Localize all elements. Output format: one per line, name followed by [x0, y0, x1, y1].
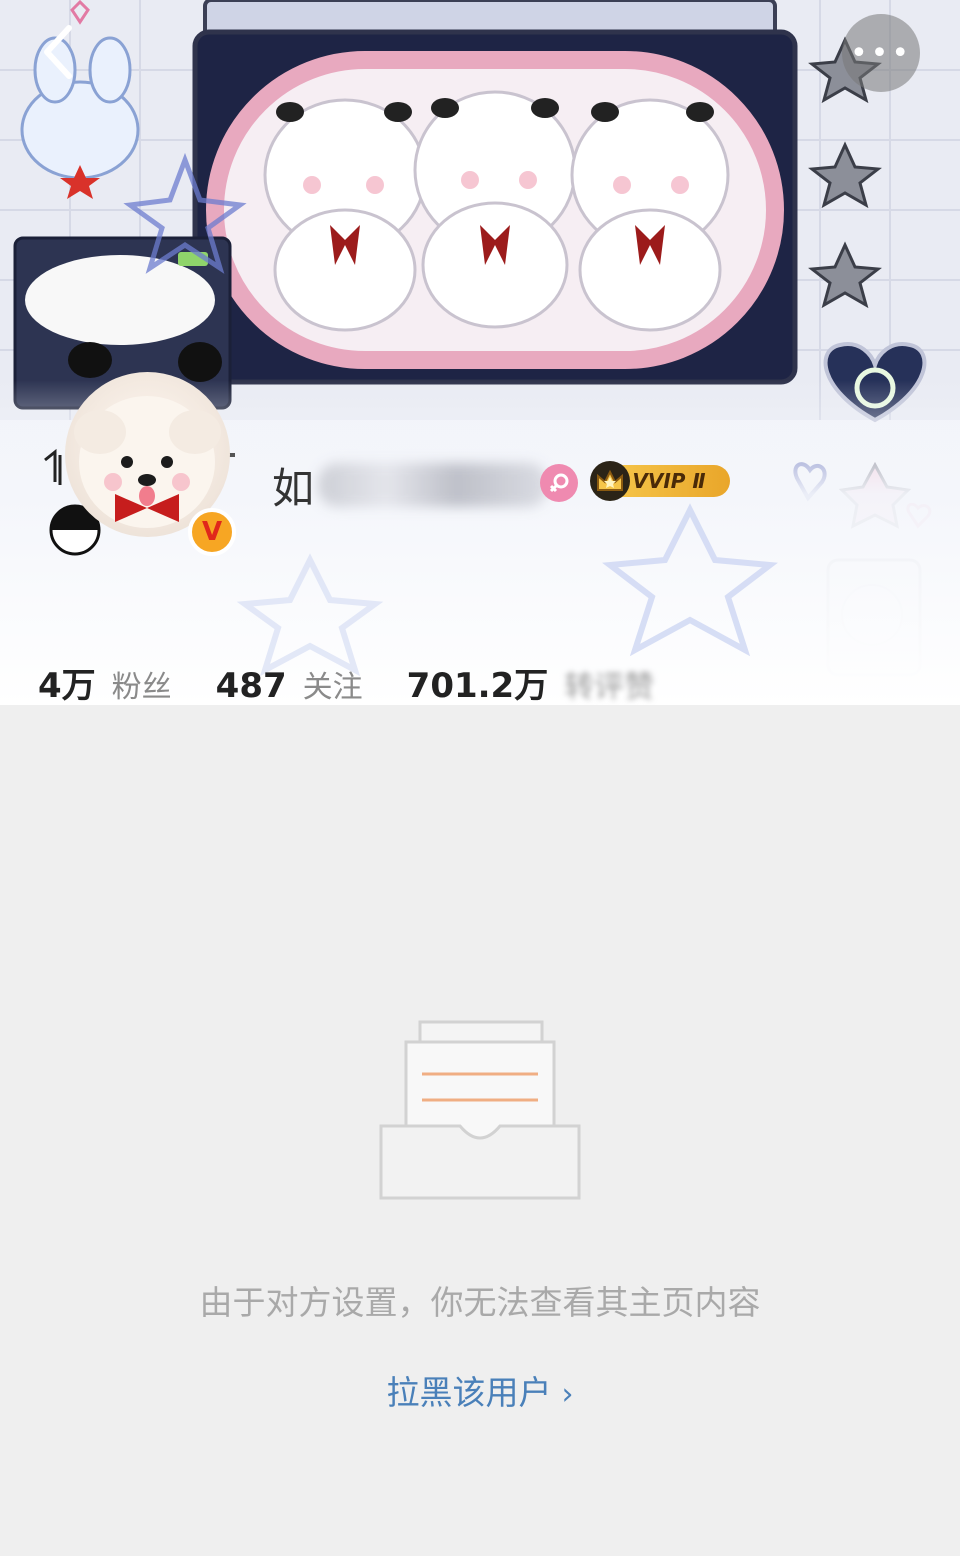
engagement-stat[interactable]: 701.2万 转评赞: [407, 658, 655, 705]
back-button[interactable]: [28, 22, 88, 82]
empty-inbox-icon: [379, 1020, 581, 1200]
following-count: 487: [215, 666, 287, 705]
engagement-count: 701.2万: [406, 666, 549, 705]
followers-label: 粉丝: [111, 670, 172, 705]
crown-icon: [590, 461, 630, 501]
following-stat[interactable]: 487 关注: [216, 662, 363, 705]
username-obscured: [318, 463, 549, 507]
username-text: 如: [272, 463, 315, 513]
following-label: 关注: [302, 670, 363, 705]
followers-count: 4万: [38, 666, 96, 705]
block-user-label: 拉黑该用户: [386, 1373, 552, 1412]
chevron-left-icon: [44, 25, 72, 79]
username: 如: [272, 455, 549, 515]
chevron-right-icon: ›: [561, 1377, 574, 1412]
more-button[interactable]: •••: [842, 14, 920, 92]
female-symbol-icon: [549, 473, 569, 493]
vvip-badge[interactable]: VVIP Ⅱ: [590, 461, 732, 501]
female-gender-icon: [540, 464, 578, 502]
verified-badge: V: [188, 508, 236, 556]
engagement-label: 转评赞: [564, 670, 655, 705]
more-horizontal-icon: •••: [849, 35, 913, 71]
block-user-link[interactable]: 拉黑该用户 ›: [0, 1366, 960, 1414]
restriction-message: 由于对方设置，你无法查看其主页内容: [199, 1283, 761, 1322]
profile-header: ••• V 如 VVIP Ⅱ 4万 粉丝 487 关注 701.2万 转评赞: [0, 0, 960, 705]
profile-stats: 4万 粉丝 487 关注 701.2万 转评赞: [38, 658, 698, 705]
avatar[interactable]: V: [30, 340, 245, 560]
followers-stat[interactable]: 4万 粉丝: [38, 658, 172, 705]
